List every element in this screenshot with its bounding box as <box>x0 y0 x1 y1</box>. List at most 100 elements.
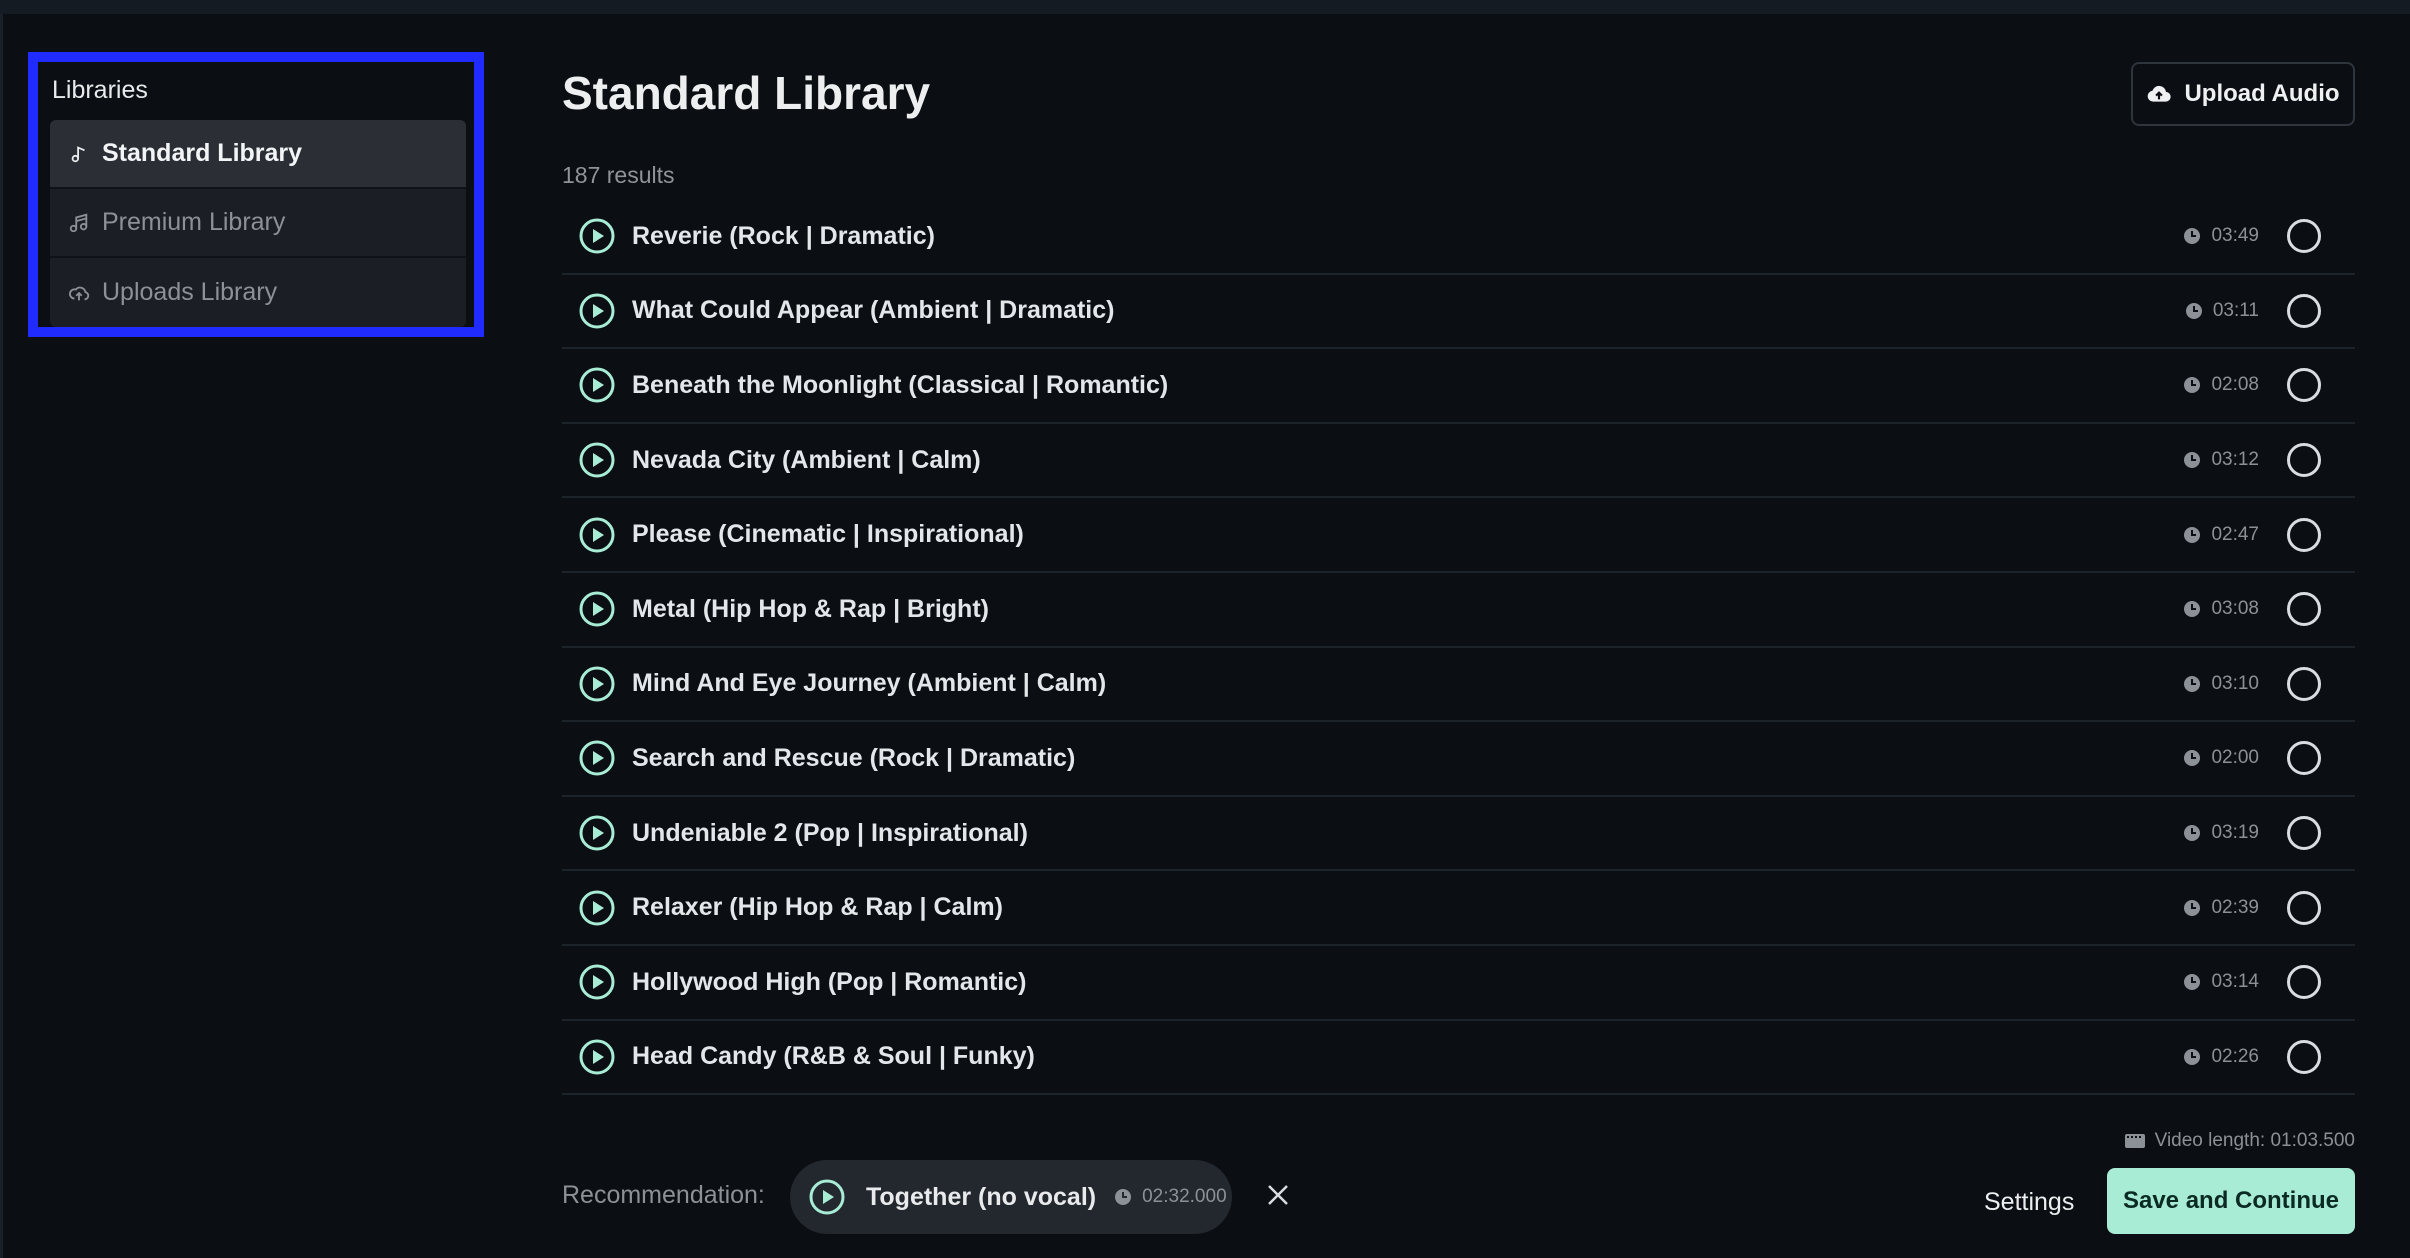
track-title: Beneath the Moonlight (Classical | Roman… <box>632 370 1169 399</box>
recommendation-title: Together (no vocal) <box>866 1182 1097 1211</box>
track-duration-text: 02:00 <box>2211 747 2259 769</box>
track-duration: 03:11 <box>2185 300 2259 322</box>
play-icon[interactable] <box>578 1038 616 1076</box>
track-row[interactable]: Metal (Hip Hop & Rap | Bright) 03:08 <box>562 573 2355 648</box>
track-duration-text: 02:26 <box>2211 1045 2259 1067</box>
track-duration: 03:10 <box>2183 673 2259 695</box>
left-edge <box>0 14 3 1258</box>
track-row[interactable]: Beneath the Moonlight (Classical | Roman… <box>562 349 2355 424</box>
play-icon[interactable] <box>578 739 616 777</box>
track-title: Hollywood High (Pop | Romantic) <box>632 967 1027 996</box>
track-row[interactable]: Relaxer (Hip Hop & Rap | Calm) 02:39 <box>562 871 2355 946</box>
upload-audio-button[interactable]: Upload Audio <box>2131 62 2355 126</box>
track-row[interactable]: Head Candy (R&B & Soul | Funky) 02:26 <box>562 1021 2355 1096</box>
track-duration-text: 02:39 <box>2211 896 2259 918</box>
play-icon[interactable] <box>578 292 616 330</box>
play-icon[interactable] <box>578 590 616 628</box>
play-icon[interactable] <box>578 665 616 703</box>
track-row[interactable]: What Could Appear (Ambient | Dramatic) 03… <box>562 275 2355 350</box>
track-duration-text: 03:14 <box>2211 971 2259 993</box>
track-duration: 03:19 <box>2183 822 2259 844</box>
recommendation-duration-text: 02:32.000 <box>1142 1186 1227 1207</box>
track-duration-text: 03:08 <box>2211 598 2259 620</box>
sidebar-item-premium-library[interactable]: Premium Library <box>50 189 466 258</box>
cloud-upload-icon <box>68 282 90 304</box>
play-icon[interactable] <box>578 441 616 479</box>
close-icon[interactable] <box>1265 1182 1291 1208</box>
track-row[interactable]: Please (Cinematic | Inspirational) 02:47 <box>562 498 2355 573</box>
select-radio-button[interactable] <box>2287 965 2321 1000</box>
play-icon[interactable] <box>808 1178 846 1216</box>
track-row[interactable]: Undeniable 2 (Pop | Inspirational) 03:19 <box>562 797 2355 872</box>
select-radio-button[interactable] <box>2287 666 2321 701</box>
select-radio-button[interactable] <box>2287 517 2321 552</box>
select-radio-button[interactable] <box>2287 368 2321 403</box>
track-duration-text: 03:12 <box>2211 449 2259 471</box>
clock-icon <box>2183 376 2201 394</box>
track-row[interactable]: Hollywood High (Pop | Romantic) 03:14 <box>562 946 2355 1021</box>
select-radio-button[interactable] <box>2287 1039 2321 1074</box>
page-title: Standard Library <box>562 67 931 119</box>
film-icon <box>2124 1132 2145 1150</box>
clock-icon <box>2183 1048 2201 1066</box>
clock-icon <box>2183 526 2201 544</box>
music-note-icon <box>68 143 90 165</box>
play-icon[interactable] <box>578 366 616 404</box>
track-duration-text: 02:08 <box>2211 374 2259 396</box>
video-length-text: Video length: 01:03.500 <box>2154 1130 2355 1151</box>
track-duration: 03:49 <box>2183 225 2259 247</box>
track-title: Please (Cinematic | Inspirational) <box>632 520 1024 549</box>
select-radio-button[interactable] <box>2287 741 2321 776</box>
select-radio-button[interactable] <box>2287 293 2321 328</box>
play-icon[interactable] <box>578 814 616 852</box>
track-duration-text: 03:19 <box>2211 822 2259 844</box>
save-and-continue-button[interactable]: Save and Continue <box>2107 1168 2355 1234</box>
library-list: Standard Library Premium Library Uploads… <box>50 120 466 327</box>
track-duration: 02:39 <box>2183 897 2259 919</box>
track-row[interactable]: Nevada City (Ambient | Calm) 03:12 <box>562 424 2355 499</box>
track-duration: 02:47 <box>2183 524 2259 546</box>
play-icon[interactable] <box>578 516 616 554</box>
play-icon[interactable] <box>578 217 616 255</box>
clock-icon <box>2183 675 2201 693</box>
track-duration-text: 03:11 <box>2212 299 2259 321</box>
clock-icon <box>2183 973 2201 991</box>
track-title: Relaxer (Hip Hop & Rap | Calm) <box>632 893 1003 922</box>
track-duration-text: 02:47 <box>2211 523 2259 545</box>
track-row[interactable]: Reverie (Rock | Dramatic) 03:49 <box>562 200 2355 275</box>
sidebar-item-label: Premium Library <box>102 208 286 236</box>
sidebar-item-standard-library[interactable]: Standard Library <box>50 120 466 189</box>
main-content: Standard Library Upload Audio 187 result… <box>562 0 2355 1258</box>
sidebar-title: Libraries <box>52 76 148 104</box>
clock-icon <box>2185 302 2203 320</box>
play-icon[interactable] <box>578 889 616 927</box>
settings-button[interactable]: Settings <box>1984 1180 2074 1224</box>
sidebar-item-uploads-library[interactable]: Uploads Library <box>50 258 466 327</box>
track-title: Reverie (Rock | Dramatic) <box>632 221 935 250</box>
track-duration: 02:26 <box>2183 1046 2259 1068</box>
select-radio-button[interactable] <box>2287 443 2321 478</box>
select-radio-button[interactable] <box>2287 592 2321 627</box>
select-radio-button[interactable] <box>2287 890 2321 925</box>
play-icon[interactable] <box>578 963 616 1001</box>
track-duration: 02:08 <box>2183 374 2259 396</box>
track-duration-text: 03:49 <box>2211 225 2259 247</box>
track-title: Head Candy (R&B & Soul | Funky) <box>632 1042 1035 1071</box>
sidebar-item-label: Uploads Library <box>102 278 278 306</box>
clock-icon <box>2183 824 2201 842</box>
track-list: Reverie (Rock | Dramatic) 03:49 What Could… <box>562 200 2355 1096</box>
select-radio-button[interactable] <box>2287 219 2321 254</box>
libraries-sidebar: Libraries Standard Library Premium Libra… <box>28 52 484 337</box>
recommendation-duration: 02:32.000 <box>1114 1186 1227 1208</box>
track-title: What Could Appear (Ambient | Dramatic) <box>632 296 1115 325</box>
recommendation-track[interactable]: Together (no vocal) 02:32.000 <box>790 1160 1232 1234</box>
track-row[interactable]: Search and Rescue (Rock | Dramatic) 02:00 <box>562 722 2355 797</box>
track-title: Metal (Hip Hop & Rap | Bright) <box>632 594 989 623</box>
track-title: Mind And Eye Journey (Ambient | Calm) <box>632 669 1107 698</box>
results-count: 187 results <box>562 162 675 188</box>
track-row[interactable]: Mind And Eye Journey (Ambient | Calm) 03:… <box>562 648 2355 723</box>
select-radio-button[interactable] <box>2287 816 2321 851</box>
clock-icon <box>1114 1188 1132 1206</box>
track-duration: 03:08 <box>2183 598 2259 620</box>
track-duration: 02:00 <box>2183 747 2259 769</box>
